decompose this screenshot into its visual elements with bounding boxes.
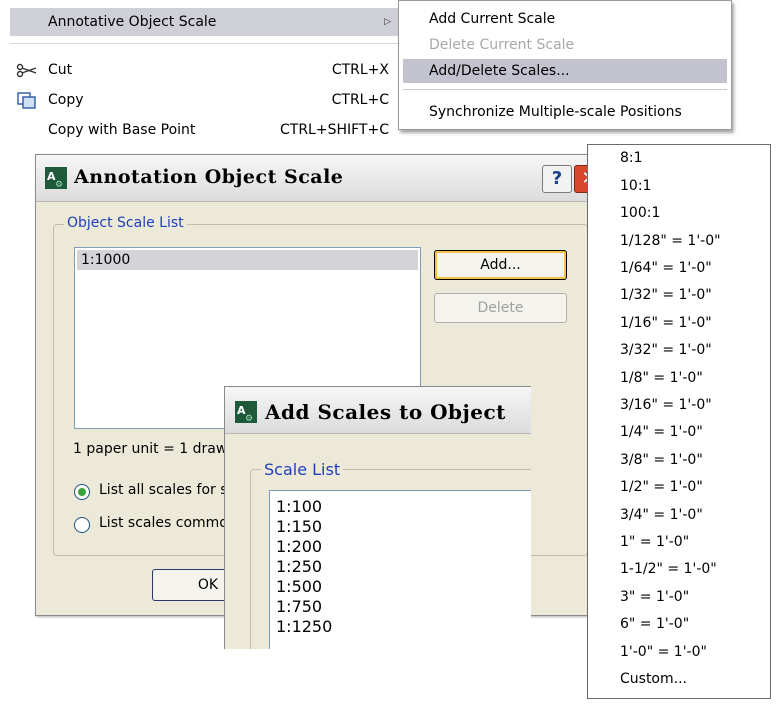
submenu-item-delete-current-scale[interactable]: Delete Current Scale <box>403 33 727 57</box>
app-icon: A ⚙ <box>235 401 257 423</box>
submenu: Add Current Scale Delete Current Scale A… <box>398 0 732 130</box>
svg-text:⚙: ⚙ <box>55 180 63 189</box>
submenu-item-add-delete-scales[interactable]: Add/Delete Scales... <box>403 59 727 83</box>
list-item[interactable]: 1:1250 <box>276 617 332 637</box>
group-label: Object Scale List <box>64 215 187 231</box>
add-scales-to-object-dialog: A ⚙ Add Scales to Object Scale List 1:10… <box>224 386 531 649</box>
dropdown-item[interactable]: 1/2" = 1'-0" <box>620 478 703 496</box>
list-item[interactable]: 1:100 <box>276 497 322 517</box>
scale-listbox[interactable]: 1:100 1:150 1:200 1:250 1:500 1:750 1:12… <box>269 490 531 649</box>
menu-item-label: Annotative Object Scale <box>48 14 217 30</box>
submenu-item-label: Synchronize Multiple-scale Positions <box>429 104 682 120</box>
dropdown-item[interactable]: 3/4" = 1'-0" <box>620 506 703 524</box>
list-item[interactable]: 1:150 <box>276 517 322 537</box>
dropdown-item[interactable]: 3/8" = 1'-0" <box>620 451 703 469</box>
menu-item-cut[interactable]: Cut CTRL+X <box>10 56 405 84</box>
app-icon: A ⚙ <box>45 167 67 189</box>
dropdown-item[interactable]: 1/64" = 1'-0" <box>620 259 712 277</box>
menu-item-copy-with-base-point[interactable]: Copy with Base Point CTRL+SHIFT+C <box>10 116 405 144</box>
dropdown-item[interactable]: 6" = 1'-0" <box>620 615 689 633</box>
dropdown-item[interactable]: 1/128" = 1'-0" <box>620 232 721 250</box>
radio-list-all-scales[interactable] <box>74 484 90 500</box>
dropdown-item[interactable]: 3/16" = 1'-0" <box>620 396 712 414</box>
group-label: Scale List <box>261 460 344 479</box>
dialog-title: Annotation Object Scale <box>74 166 344 188</box>
menu-item-label: Cut <box>48 62 73 78</box>
submenu-arrow-icon: ▷ <box>384 17 391 27</box>
dropdown-item[interactable]: 1" = 1'-0" <box>620 533 689 551</box>
menu-item-annotative-object-scale[interactable]: Annotative Object Scale ▷ <box>10 8 405 36</box>
radio-label: List all scales for s <box>99 482 228 498</box>
menu-item-copy[interactable]: Copy CTRL+C <box>10 86 405 114</box>
menu-separator <box>10 43 405 44</box>
submenu-item-label: Add/Delete Scales... <box>429 63 570 79</box>
dialog-title-bar[interactable]: A ⚙ Annotation Object Scale ? ✕ <box>36 155 610 202</box>
submenu-item-label: Delete Current Scale <box>429 37 575 53</box>
dropdown-item[interactable]: 8:1 <box>620 149 643 167</box>
dropdown-item[interactable]: 1-1/2" = 1'-0" <box>620 560 717 578</box>
list-item[interactable]: 1:200 <box>276 537 322 557</box>
submenu-separator <box>403 89 727 90</box>
submenu-item-label: Add Current Scale <box>429 11 556 27</box>
menu-item-shortcut: CTRL+X <box>331 62 389 78</box>
copy-icon <box>17 92 36 109</box>
dropdown-item[interactable]: 10:1 <box>620 177 651 195</box>
paper-units-text: 1 paper unit = 1 draw <box>73 441 228 457</box>
dropdown-item[interactable]: 3" = 1'-0" <box>620 588 689 606</box>
menu-item-label: Copy <box>48 92 84 108</box>
radio-label: List scales commo <box>99 515 228 531</box>
delete-button[interactable]: Delete <box>434 293 567 323</box>
dialog-title-bar[interactable]: A ⚙ Add Scales to Object <box>225 387 531 434</box>
list-item[interactable]: 1:750 <box>276 597 322 617</box>
dropdown-item[interactable]: 1/4" = 1'-0" <box>620 423 703 441</box>
dropdown-item[interactable]: 1/8" = 1'-0" <box>620 369 703 387</box>
radio-list-common-scales[interactable] <box>74 517 90 533</box>
dropdown-item[interactable]: 1/16" = 1'-0" <box>620 314 712 332</box>
menu-item-label: Copy with Base Point <box>48 122 196 138</box>
dropdown-item[interactable]: 1'-0" = 1'-0" <box>620 643 707 661</box>
dropdown-item[interactable]: 3/32" = 1'-0" <box>620 341 712 359</box>
svg-text:⚙: ⚙ <box>245 414 253 423</box>
add-button[interactable]: Add... <box>434 250 567 280</box>
list-item[interactable]: 1:250 <box>276 557 322 577</box>
dialog-title: Add Scales to Object <box>265 400 506 424</box>
dropdown-item[interactable]: Custom... <box>620 670 687 688</box>
scissors-icon <box>16 63 37 78</box>
dropdown-item[interactable]: 1/32" = 1'-0" <box>620 286 712 304</box>
scale-dropdown-list[interactable]: 8:1 10:1 100:1 1/128" = 1'-0" 1/64" = 1'… <box>587 144 771 699</box>
help-button[interactable]: ? <box>542 165 572 193</box>
list-item[interactable]: 1:500 <box>276 577 322 597</box>
dropdown-item[interactable]: 100:1 <box>620 204 660 222</box>
submenu-item-synchronize-positions[interactable]: Synchronize Multiple-scale Positions <box>403 100 727 124</box>
list-item[interactable]: 1:1000 <box>77 250 418 270</box>
menu-item-shortcut: CTRL+SHIFT+C <box>280 122 389 138</box>
submenu-item-add-current-scale[interactable]: Add Current Scale <box>403 7 727 31</box>
menu-item-shortcut: CTRL+C <box>331 92 389 108</box>
context-menu: Annotative Object Scale ▷ Cut CTRL+X Cop… <box>10 0 405 140</box>
